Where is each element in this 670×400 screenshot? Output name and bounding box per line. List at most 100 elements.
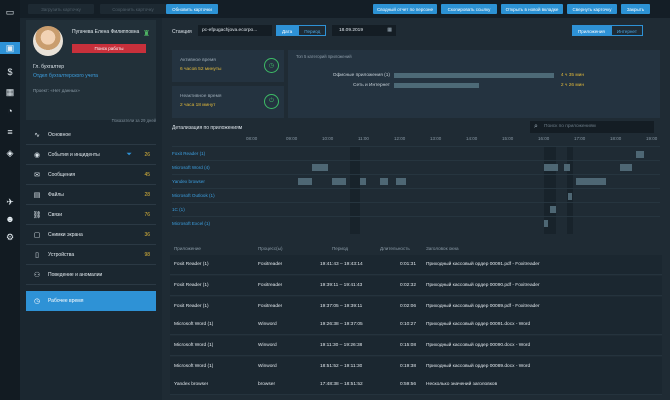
active-time-label: Активное время (180, 58, 216, 63)
profile-card: Пугачева Елена Филипповна ♜ Поиск работы… (26, 20, 156, 120)
categories-title: Топ 5 категорий приложений (296, 54, 352, 59)
table-row[interactable]: Foxit Reader (1) Foxitreader 19:41:43 – … (170, 255, 662, 275)
menu-label: Файлы (48, 191, 64, 198)
station-label: Станция (172, 29, 192, 35)
airplane-icon[interactable]: ✈ (3, 196, 17, 208)
column-header-process[interactable]: Процесс(ы) (258, 244, 283, 253)
gear-icon[interactable]: ⚙ (3, 231, 17, 243)
summary-report-button[interactable]: Сводный отчет по персоне (373, 4, 437, 14)
table-row[interactable]: Microsoft Word (1) Winword 18:51:52 – 19… (170, 357, 662, 377)
table-row[interactable]: Foxit Reader (1) Foxitreader 19:39:11 – … (170, 276, 662, 296)
column-header-title[interactable]: Заголовок окна (426, 244, 459, 253)
timeline-row: Yandex browser (172, 174, 660, 188)
cell-process: Foxitreader (258, 283, 283, 288)
menu-count: 76 (144, 211, 150, 218)
table-header: Приложение Процесс(ы) Период Длительност… (170, 244, 662, 253)
table-row[interactable]: Yandex browser browser 17:48:38 – 18:51:… (170, 375, 662, 395)
clock-ring-icon: ◷ (264, 58, 279, 73)
filter-icon[interactable]: ⏷ (126, 151, 132, 159)
internet-tab[interactable]: Интернет (610, 25, 643, 36)
app-timeline: 08:00 09:00 10:00 11:00 12:00 13:00 14:0… (172, 136, 660, 236)
menu-item-links[interactable]: ⛓ Связи 76 (26, 205, 156, 225)
column-header-app[interactable]: Приложение (174, 244, 201, 253)
calendar-icon[interactable]: ▦ (387, 25, 392, 36)
cell-window-title: Приходный кассовый ордер 00091.pdf - Fox… (426, 262, 540, 267)
timeline-row: Microsoft Outlook (1) (172, 188, 660, 202)
timeline-segment (360, 178, 366, 185)
cell-duration: 0:15:08 (400, 343, 417, 348)
column-header-period[interactable]: Период (332, 244, 348, 253)
menu-item-files[interactable]: ▤ Файлы 28 (26, 185, 156, 205)
timeline-app-link[interactable]: Microsoft Outlook (1) (172, 189, 232, 203)
cell-process: Foxitreader (258, 262, 283, 267)
timeline-segment (544, 164, 558, 171)
column-header-duration[interactable]: Длительность (380, 244, 410, 253)
menu-item-messages[interactable]: ✉ Сообщения 45 (26, 165, 156, 185)
open-new-tab-button[interactable]: Открыть в новой вкладке (501, 4, 563, 14)
cell-duration: 0:02:06 (400, 304, 417, 309)
timeline-app-link[interactable]: Foxit Reader (1) (172, 147, 232, 161)
menu-label: Связи (48, 211, 63, 218)
timeline-app-link[interactable]: Microsoft Excel (1) (172, 217, 232, 231)
menu-item-behavior[interactable]: ⚇ Поведение и аномалии (26, 265, 156, 285)
employee-department[interactable]: Отдел бухгалтерского учета (33, 73, 98, 79)
table-row[interactable]: Microsoft Word (1) Winword 19:11:30 – 19… (170, 336, 662, 356)
active-time-card: Активное время 6 часов 52 минуты ◷ (172, 50, 284, 82)
clock-icon: ◷ (33, 297, 41, 305)
table-row[interactable]: Microsoft Word (1) Winword 19:26:38 – 19… (170, 315, 662, 335)
monitor-icon[interactable]: ▭ (3, 6, 17, 18)
date-button[interactable]: Дата (276, 25, 299, 36)
collapse-card-button[interactable]: Свернуть карточку (567, 4, 617, 14)
copy-link-button[interactable]: Скопировать ссылку (441, 4, 497, 14)
message-icon: ✉ (34, 171, 40, 179)
person-icon[interactable]: ☻ (3, 213, 17, 225)
load-card-button: Загрузить карточку (28, 4, 94, 14)
dollar-icon[interactable]: $ (3, 66, 17, 78)
menu-item-main[interactable]: ∿ Основное (26, 125, 156, 145)
timeline-segment (564, 164, 570, 171)
cell-app: Microsoft Word (1) (174, 364, 214, 369)
file-icon: ▤ (33, 191, 41, 199)
menu-label: События и инциденты (48, 151, 100, 158)
folder-icon[interactable]: ▣ (0, 42, 20, 54)
timeline-segment (550, 206, 556, 213)
employee-name: Пугачева Елена Филипповна (72, 29, 140, 35)
menu-item-screenshots[interactable]: ▢ Снимки экрана 36 (26, 225, 156, 245)
timeline-app-link[interactable]: Yandex browser (172, 175, 232, 189)
chart-icon[interactable]: ◔ (3, 105, 17, 117)
employee-role: Гл. бухгалтер (33, 64, 65, 70)
timeline-app-link[interactable]: Microsoft Word (4) (172, 161, 232, 175)
table-row[interactable]: Foxit Reader (1) Foxitreader 19:37:05 – … (170, 297, 662, 317)
menu-label: Устройства (48, 251, 75, 258)
menu-item-devices[interactable]: ▯ Устройства 98 (26, 245, 156, 265)
menu-item-events[interactable]: ◉ События и инциденты ⏷ 26 (26, 145, 156, 165)
app-search-input[interactable]: ⌕ Поиск по приложениям (530, 121, 654, 133)
close-button[interactable]: Закрыть (621, 4, 650, 14)
cell-period: 18:51:52 – 19:11:30 (320, 364, 363, 369)
station-select[interactable]: pc-efpugachjova.ecorpo... (198, 25, 272, 36)
job-search-badge[interactable]: Поиск работы (72, 44, 146, 53)
period-button[interactable]: Период (298, 25, 327, 36)
employee-sidebar: Пугачева Елена Филипповна ♜ Поиск работы… (20, 18, 162, 400)
timeline-row: Microsoft Excel (1) (172, 216, 660, 230)
update-cards-button[interactable]: Обновить карточки (166, 4, 218, 14)
timeline-app-link[interactable]: 1C (1) (172, 203, 232, 217)
apps-tab[interactable]: Приложения (572, 25, 611, 36)
avatar (33, 26, 63, 56)
menu-count: 36 (144, 231, 150, 238)
link-icon: ⛓ (32, 211, 42, 219)
timeline-segment (568, 193, 572, 200)
timeline-segment (396, 178, 406, 185)
badge-icon[interactable]: ◈ (3, 147, 17, 159)
calendar-icon[interactable]: ▦ (3, 86, 17, 98)
events-icon: ◉ (33, 151, 41, 159)
hour-label: 16:00 (538, 136, 550, 141)
menu-label: Рабочее время (48, 297, 84, 304)
inactive-time-card: Неактивное время 2 часа 18 минут ⏻ (172, 86, 284, 118)
menu-item-working-time[interactable]: ◷ Рабочее время (26, 291, 156, 311)
cell-process: Winword (258, 322, 277, 327)
status-icon: ♜ (142, 29, 151, 38)
date-field[interactable]: 18.09.2019 ▦ (332, 25, 396, 36)
menu-label: Основное (48, 131, 71, 138)
list-icon[interactable]: ≡ (3, 126, 17, 138)
